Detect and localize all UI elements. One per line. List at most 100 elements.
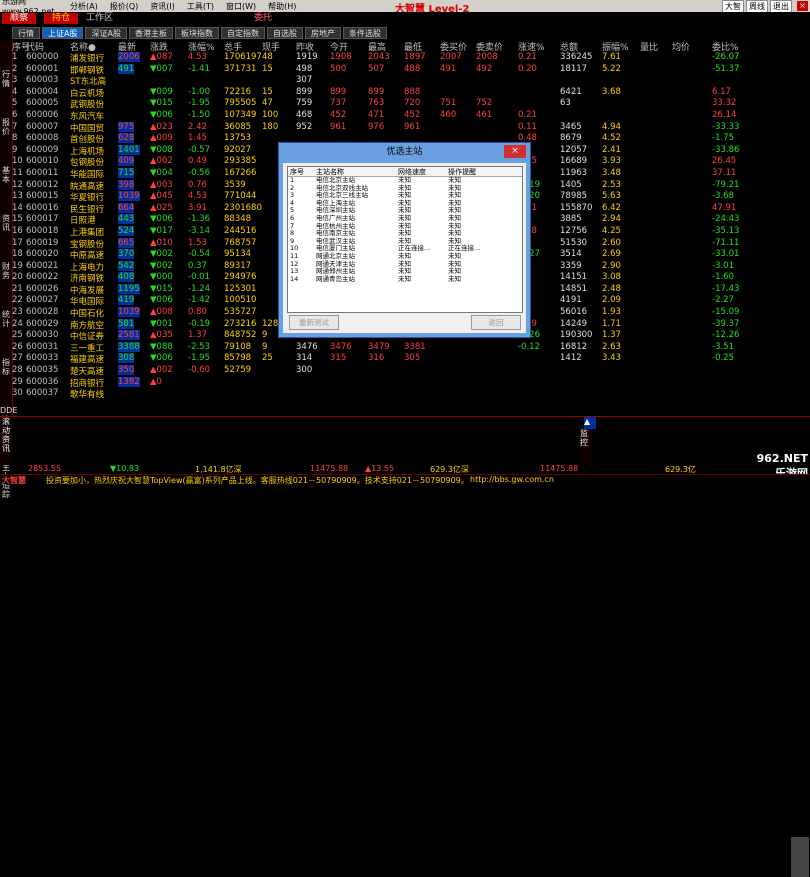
sidebar-item-stats[interactable]: 统计 xyxy=(0,310,12,328)
table-row[interactable]: 6 600006 东风汽车 ▼006 -1.50 107349 100 468 452 471 45… xyxy=(12,110,810,122)
col-amplitude-cell: 4.94 xyxy=(602,121,621,132)
col-amplitude-cell: 5.22 xyxy=(602,63,621,74)
col-bid-ratio-cell: 33.32 xyxy=(712,98,737,109)
col-index-cell: 7 xyxy=(12,121,18,132)
col-amount-cell: 11963 xyxy=(560,167,588,178)
dialog-body: 序号 主站名称 网络速度 操作提醒 1 电信北京主站 未知 未知 2 电信北京双线主站 未知… xyxy=(283,163,526,333)
sidebar-item-quote[interactable]: 行情 xyxy=(0,70,12,88)
col-change-cell: ▼002 xyxy=(150,249,173,260)
col-change-pct-cell: 0.37 xyxy=(188,260,207,271)
col-last-cell: 975 xyxy=(118,121,135,132)
menu-help[interactable]: 帮助(H) xyxy=(262,1,302,12)
col-low-cell: 888 xyxy=(404,86,421,97)
col-amount-cell: 6421 xyxy=(560,86,582,97)
col-open-cell: 1908 xyxy=(330,52,352,62)
sidebar-item-indicator[interactable]: 指标 xyxy=(0,358,12,376)
col-amount-cell: 336245 xyxy=(560,52,593,62)
server-list[interactable]: 序号 主站名称 网络速度 操作提醒 1 电信北京主站 未知 未知 2 电信北京双线主站 未知… xyxy=(287,166,523,313)
col-prev-close-cell: 3476 xyxy=(296,341,318,352)
tab-sh-a[interactable]: 上证A股 xyxy=(42,27,84,39)
col-amplitude-cell: 2.41 xyxy=(602,144,621,155)
server-speed: 未知 xyxy=(398,274,411,283)
col-amount-cell: 8679 xyxy=(560,133,582,144)
col-index-cell: 13 xyxy=(12,191,23,202)
bottom-panel: 滚动资讯 ▲ 监控 xyxy=(0,416,810,877)
col-last-cell: 665 xyxy=(118,237,135,248)
col-index-cell: 6 xyxy=(12,109,18,120)
table-row[interactable]: 4 600004 白云机场 ▼009 -1.00 72216 15 899 899 899 888 6… xyxy=(12,87,810,99)
table-row[interactable]: 26 600031 三一重工 3388 ▼088 -2.53 79108 9 3476 3476 3… xyxy=(12,341,810,354)
col-bid-ratio-cell: -39.37 xyxy=(712,318,740,329)
col-prev-close-cell: 468 xyxy=(296,109,313,120)
col-index-cell: 25 xyxy=(12,330,23,341)
rolling-news-tab[interactable]: 滚动资讯 xyxy=(0,417,12,465)
col-bid-ratio-cell: 26.45 xyxy=(712,156,737,167)
tab-hk[interactable]: 香港主板 xyxy=(128,27,173,39)
col-volume-cell: 273216 xyxy=(224,318,257,329)
sidebar-item-report[interactable]: 报价 xyxy=(0,118,12,136)
toolbar-workspace-button[interactable]: 工作区 xyxy=(78,13,121,24)
menu-info[interactable]: 资讯(I) xyxy=(144,1,181,12)
col-amplitude-cell: 3.93 xyxy=(602,156,621,167)
col-prev-close-cell: 759 xyxy=(296,98,313,109)
col-change-pct-cell: 0.76 xyxy=(188,179,207,190)
col-volume-cell: 293385 xyxy=(224,156,257,167)
table-row[interactable]: 28 600035 楚天高速 350 ▲002 -0.60 52759 300 xyxy=(12,365,810,377)
col-index-cell: 21 xyxy=(12,283,23,294)
tab-index[interactable]: 板块指数 xyxy=(174,27,219,39)
menu-window[interactable]: 窗口(W) xyxy=(220,1,262,12)
window-close-icon[interactable]: × xyxy=(797,1,808,11)
server-list-item[interactable]: 14 网通青岛主站 未知 未知 xyxy=(288,274,522,284)
table-row[interactable]: 7 600007 中国国贸 975 ▲023 2.42 36085 180 952 961 976 9… xyxy=(12,121,810,134)
col-amplitude-cell: 6.42 xyxy=(602,202,621,213)
menu-quote[interactable]: 报价(Q) xyxy=(104,1,145,12)
col-index-cell: 18 xyxy=(12,249,23,260)
col-code-cell: 600036 xyxy=(26,376,59,387)
tab-sz-a[interactable]: 深证A股 xyxy=(85,27,127,39)
tab-quote[interactable]: 行情 xyxy=(12,27,40,39)
table-row[interactable]: 30 600037 歌华有线 xyxy=(12,388,810,400)
sidebar-item-basic[interactable]: 基本 xyxy=(0,166,12,184)
col-amplitude-cell: 4.25 xyxy=(602,225,621,236)
col-amount-cell: 1405 xyxy=(560,179,582,190)
sidebar-item-finance[interactable]: 财务 xyxy=(0,262,12,280)
toolbar-order-button[interactable]: 委托 xyxy=(246,13,280,24)
toolbar-position-button[interactable]: 持仓 xyxy=(44,13,79,24)
col-name-cell: 福建高速 xyxy=(70,355,105,366)
menu-tools[interactable]: 工具(T) xyxy=(181,1,220,12)
col-speed-cell: 0.21 xyxy=(518,109,537,120)
col-code-cell: 600031 xyxy=(26,341,59,352)
toolbar-quote-button[interactable]: 顺察 xyxy=(2,13,37,24)
tab-watchlist[interactable]: 自选股 xyxy=(266,27,303,39)
col-index-cell: 11 xyxy=(12,167,23,178)
col-amplitude-cell: 4.52 xyxy=(602,133,621,144)
sidebar-item-news[interactable]: 资讯 xyxy=(0,214,12,232)
col-name-cell: 招商银行 xyxy=(70,378,105,389)
monitor-tab[interactable]: 监控 xyxy=(580,429,592,465)
dialog-close-icon[interactable]: × xyxy=(504,145,526,158)
retest-button[interactable]: 重新测试 xyxy=(289,315,339,330)
col-volume-cell: 371731 xyxy=(224,63,257,74)
table-row[interactable]: 29 600036 招商银行 1382 ▲0 xyxy=(12,376,810,389)
tab-screener[interactable]: 条件选股 xyxy=(342,27,387,39)
col-index-cell: 5 xyxy=(12,98,18,109)
menu-analysis[interactable]: 分析(A) xyxy=(64,1,104,12)
table-row[interactable]: 5 600005 武钢股份 ▼015 -1.95 795505 47 759 737 763 720… xyxy=(12,98,810,110)
table-row[interactable]: 1 600000 浦发银行 2006 ▲087 4.53 1706197 48 1919 1908… xyxy=(12,52,810,64)
panel-arrow-icon[interactable]: ▲ xyxy=(584,417,596,429)
col-volume-cell: 107349 xyxy=(224,109,257,120)
table-row[interactable]: 2 600001 邯郸钢铁 491 ▼007 -1.41 371731 15 498 500 507… xyxy=(12,63,810,76)
table-row[interactable]: 3 600003 ST东北高 307 xyxy=(12,75,810,87)
tab-real-estate[interactable]: 房地产 xyxy=(304,27,341,39)
col-change-pct-cell: 2.42 xyxy=(188,121,207,132)
col-change-cell: ▼015 xyxy=(150,283,173,294)
tab-custom-index[interactable]: 自定指数 xyxy=(220,27,265,39)
col-name-cell: 上海电力 xyxy=(70,262,105,273)
table-row[interactable]: 27 600033 福建高速 308 ▼006 -1.95 85798 25 314 315 316… xyxy=(12,353,810,365)
col-volume-cell: 92027 xyxy=(224,144,252,155)
col-last-cell: 542 xyxy=(118,260,135,271)
col-code-cell: 600028 xyxy=(26,307,59,318)
return-button[interactable]: 返回 xyxy=(471,315,521,330)
col-index-cell: 12 xyxy=(12,179,23,190)
bottom-scrollbar[interactable] xyxy=(791,837,809,877)
